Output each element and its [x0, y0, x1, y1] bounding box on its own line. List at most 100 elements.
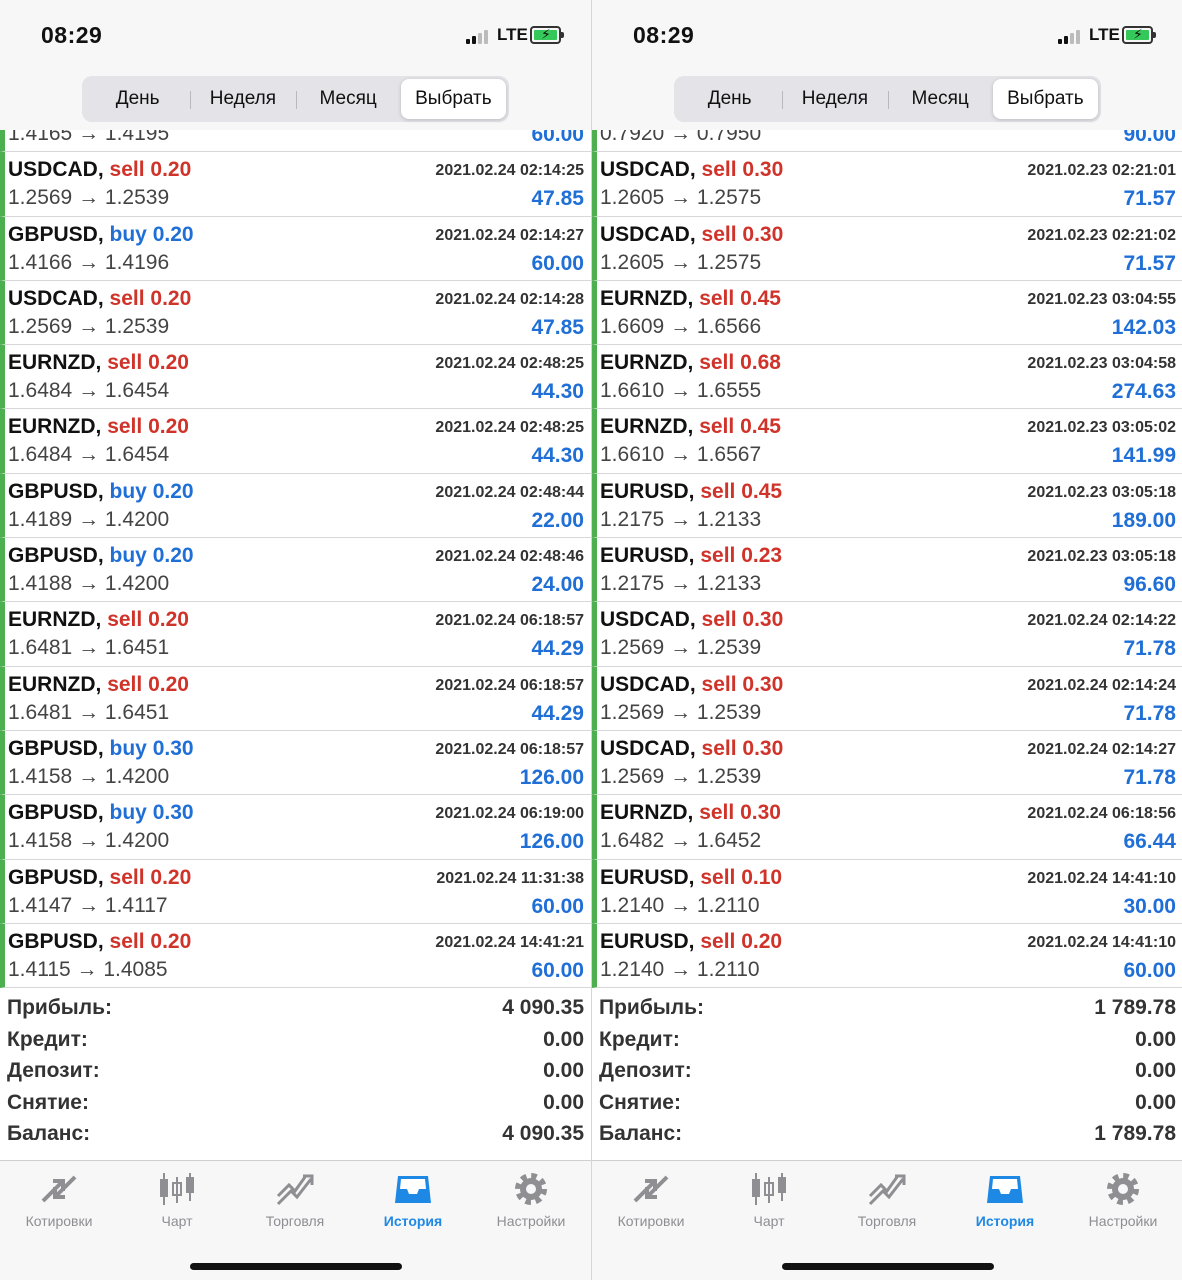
trade-row[interactable]: USDCAD, sell 0.30 2021.02.23 02:21:01 1.26…: [592, 152, 1182, 217]
inbox-icon: [987, 1176, 1023, 1203]
summary-line: Баланс: 1 789.78: [592, 1119, 1182, 1151]
trade-row[interactable]: USDCAD, sell 0.20 2021.02.24 02:14:25 1.25…: [0, 152, 591, 217]
trade-symbol: USDCAD,: [600, 608, 696, 632]
summary-line: Прибыль: 1 789.78: [592, 993, 1182, 1025]
summary-line: Прибыль: 4 090.35: [0, 993, 591, 1025]
trade-symbol: GBPUSD,: [8, 929, 104, 953]
trade-profit: 44.30: [531, 380, 584, 404]
summary-value: 0.00: [543, 1090, 584, 1114]
trade-volume: 0.10: [741, 865, 783, 889]
tab-chart[interactable]: Чарт: [118, 1167, 236, 1239]
trade-symbol-line: EURNZD, sell 0.30: [600, 801, 781, 825]
segment-week[interactable]: Неделя: [782, 79, 887, 119]
trade-row[interactable]: USDCAD, sell 0.30 2021.02.24 02:14:24 1.25…: [592, 666, 1182, 731]
segment-day[interactable]: День: [85, 79, 190, 119]
trade-prices: 1.4165 → 1.4195: [8, 130, 170, 145]
trade-volume: 0.23: [741, 544, 783, 568]
segment-day[interactable]: День: [677, 79, 782, 119]
trade-volume: 0.30: [742, 222, 784, 246]
trade-row[interactable]: EURNZD, sell 0.30 2021.02.24 06:18:56 1.64…: [592, 795, 1182, 860]
tab-trade[interactable]: Торговля: [828, 1167, 946, 1239]
summary-label: Прибыль:: [7, 996, 112, 1019]
trade-symbol-line: USDCAD, sell 0.20: [8, 158, 191, 182]
trade-prices: 1.4158 → 1.4200: [8, 829, 170, 853]
trade-row[interactable]: EURNZD, sell 0.20 2021.02.24 02:48:25 1.64…: [0, 409, 591, 474]
trade-datetime: 2021.02.24 11:31:38: [436, 869, 584, 887]
segment-week[interactable]: Неделя: [190, 79, 295, 119]
trade-row[interactable]: 1.4165 → 1.4195 60.00: [0, 130, 591, 153]
tab-history[interactable]: История: [946, 1167, 1064, 1239]
trade-history-list[interactable]: 0.7920 → 0.7950 90.00 USDCAD, sell 0.30 202…: [592, 130, 1182, 990]
quotes-icon: [633, 1175, 669, 1203]
tab-bar: Котировки Чарт Торговля История Настройк…: [0, 1160, 591, 1280]
trade-symbol-line: GBPUSD, sell 0.20: [8, 930, 191, 954]
trade-volume: 0.20: [150, 929, 192, 953]
trade-side: sell: [700, 544, 736, 568]
trade-row[interactable]: GBPUSD, sell 0.20 2021.02.24 14:41:21 1.41…: [0, 923, 591, 989]
trade-row[interactable]: USDCAD, sell 0.30 2021.02.24 02:14:22 1.25…: [592, 602, 1182, 667]
trade-row[interactable]: EURNZD, sell 0.68 2021.02.23 03:04:58 1.66…: [592, 345, 1182, 410]
trade-profit: 60.00: [531, 958, 584, 982]
tab-history[interactable]: История: [354, 1167, 472, 1239]
tab-trade[interactable]: Торговля: [236, 1167, 354, 1239]
trade-symbol: USDCAD,: [8, 158, 104, 182]
trade-row[interactable]: EURNZD, sell 0.20 2021.02.24 06:18:57 1.64…: [0, 666, 591, 731]
summary-label: Снятие:: [599, 1090, 681, 1114]
trade-profit: 44.29: [531, 637, 584, 661]
trade-side: sell: [700, 929, 736, 953]
trade-datetime: 2021.02.23 02:21:01: [1027, 162, 1176, 180]
trade-datetime: 2021.02.24 02:14:27: [1027, 740, 1176, 758]
period-segmented-control: День Неделя Месяц Выбрать: [82, 76, 509, 122]
trade-side: sell: [700, 865, 736, 889]
tab-settings[interactable]: Настройки: [472, 1167, 590, 1239]
trade-prices: 1.4147 → 1.4117: [8, 893, 168, 917]
segment-month[interactable]: Месяц: [887, 79, 993, 119]
trade-row[interactable]: USDCAD, sell 0.30 2021.02.23 02:21:02 1.26…: [592, 216, 1182, 281]
tab-label: Торговля: [265, 1213, 325, 1229]
trade-symbol-line: EURNZD, sell 0.45: [600, 287, 781, 311]
tab-chart[interactable]: Чарт: [710, 1167, 828, 1239]
tab-label: Котировки: [25, 1213, 93, 1229]
tab-quotes[interactable]: Котировки: [592, 1167, 710, 1239]
trade-row[interactable]: EURUSD, sell 0.23 2021.02.23 03:05:18 1.21…: [592, 538, 1182, 603]
trade-row[interactable]: GBPUSD, buy 0.30 2021.02.24 06:19:00 1.415…: [0, 795, 591, 860]
trade-row[interactable]: EURUSD, sell 0.10 2021.02.24 14:41:10 1.21…: [592, 859, 1182, 924]
trade-profit: 71.78: [1123, 701, 1176, 725]
trade-symbol: EURUSD,: [600, 479, 695, 503]
trade-row[interactable]: EURNZD, sell 0.20 2021.02.24 06:18:57 1.64…: [0, 602, 591, 667]
trade-prices: 1.2569 → 1.2539: [600, 636, 762, 660]
trade-symbol-line: EURUSD, sell 0.45: [600, 480, 782, 504]
trade-row[interactable]: 0.7920 → 0.7950 90.00: [592, 130, 1182, 153]
trade-volume: 0.30: [152, 736, 194, 760]
tab-quotes[interactable]: Котировки: [0, 1167, 118, 1239]
trade-row[interactable]: EURUSD, sell 0.45 2021.02.23 03:05:18 1.21…: [592, 473, 1182, 539]
segment-month[interactable]: Месяц: [295, 79, 401, 119]
trade-datetime: 2021.02.23 03:05:18: [1027, 483, 1176, 501]
trade-row[interactable]: EURNZD, sell 0.45 2021.02.23 03:04:55 1.66…: [592, 280, 1182, 346]
trade-row[interactable]: EURUSD, sell 0.20 2021.02.24 14:41:10 1.21…: [592, 923, 1182, 989]
trade-row[interactable]: GBPUSD, buy 0.20 2021.02.24 02:14:27 1.416…: [0, 216, 591, 281]
trade-row[interactable]: USDCAD, sell 0.20 2021.02.24 02:14:28 1.25…: [0, 280, 591, 346]
period-segmented-control: День Неделя Месяц Выбрать: [674, 76, 1101, 122]
trade-row[interactable]: GBPUSD, buy 0.20 2021.02.24 02:48:46 1.418…: [0, 538, 591, 603]
trade-profit: 44.30: [531, 444, 584, 468]
trade-history-list[interactable]: 1.4165 → 1.4195 60.00 USDCAD, sell 0.20 202…: [0, 130, 591, 990]
trade-row[interactable]: GBPUSD, sell 0.20 2021.02.24 11:31:38 1.41…: [0, 859, 591, 924]
trade-row[interactable]: GBPUSD, buy 0.20 2021.02.24 02:48:44 1.418…: [0, 473, 591, 539]
trade-side: sell: [109, 158, 145, 182]
trade-row[interactable]: USDCAD, sell 0.30 2021.02.24 02:14:27 1.25…: [592, 730, 1182, 796]
trade-profit: 60.00: [531, 894, 584, 918]
trade-row[interactable]: EURNZD, sell 0.20 2021.02.24 02:48:25 1.64…: [0, 345, 591, 410]
segment-custom[interactable]: Выбрать: [992, 79, 1098, 119]
trade-profit: 274.63: [1111, 380, 1176, 404]
gear-icon: [515, 1173, 547, 1205]
summary-label: Баланс:: [599, 1122, 683, 1145]
summary-label: Прибыль:: [599, 996, 704, 1019]
tab-settings[interactable]: Настройки: [1064, 1167, 1182, 1239]
trade-volume: 0.20: [148, 672, 189, 696]
trade-prices: 0.7920 → 0.7950: [600, 130, 762, 145]
trade-row[interactable]: GBPUSD, buy 0.30 2021.02.24 06:18:57 1.415…: [0, 730, 591, 796]
summary-value: 4 090.35: [502, 996, 584, 1019]
segment-custom[interactable]: Выбрать: [400, 79, 506, 119]
trade-row[interactable]: EURNZD, sell 0.45 2021.02.23 03:05:02 1.66…: [592, 409, 1182, 474]
